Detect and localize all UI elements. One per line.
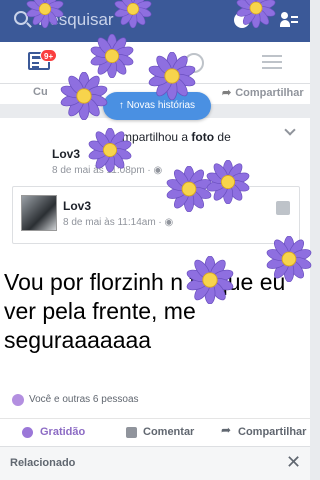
shared-post-timestamp[interactable]: 8 de mai às 11:14am · ◉ bbox=[63, 217, 173, 228]
share-icon: ➦ bbox=[221, 423, 232, 437]
notifications-badge: 9+ bbox=[40, 49, 58, 62]
previous-share-button[interactable]: ➦ Compartilhar bbox=[222, 86, 304, 99]
shared-post-author[interactable]: Lov3 bbox=[63, 199, 91, 213]
flower-decoration-icon bbox=[236, 0, 276, 28]
post-options-chevron-icon[interactable] bbox=[284, 124, 296, 136]
gratitude-flower-icon bbox=[22, 427, 33, 438]
flower-decoration-icon bbox=[88, 128, 132, 172]
flower-decoration-icon bbox=[266, 236, 312, 282]
reactions-text: Você e outras 6 pessoas bbox=[29, 394, 139, 405]
comment-button[interactable]: Comentar bbox=[143, 426, 194, 438]
flower-decoration-icon bbox=[206, 160, 250, 204]
friend-requests-icon[interactable] bbox=[280, 12, 298, 28]
flower-decoration-icon bbox=[186, 256, 234, 304]
previous-like-button[interactable]: Cu bbox=[33, 86, 48, 98]
like-icon[interactable] bbox=[276, 201, 290, 215]
related-bar: Relacionado ✕ bbox=[0, 446, 310, 480]
close-icon[interactable]: ✕ bbox=[286, 452, 301, 473]
reactions-summary[interactable]: Você e outras 6 pessoas bbox=[0, 390, 310, 412]
reaction-button[interactable]: Gratidão bbox=[40, 426, 85, 438]
previous-share-label: Compartilhar bbox=[235, 87, 304, 99]
share-button[interactable]: Compartilhar bbox=[238, 426, 306, 438]
post-action-bar: Gratidão Comentar ➦ Compartilhar bbox=[0, 418, 310, 446]
shared-object-link[interactable]: foto bbox=[191, 130, 214, 144]
flower-decoration-icon bbox=[148, 52, 196, 100]
menu-icon[interactable] bbox=[262, 55, 282, 69]
avatar[interactable] bbox=[21, 195, 57, 231]
reaction-icon bbox=[12, 394, 24, 406]
flower-decoration-icon bbox=[114, 0, 152, 28]
related-label: Relacionado bbox=[10, 457, 76, 469]
flower-decoration-icon bbox=[26, 0, 64, 28]
share-arrow-icon: ➦ bbox=[222, 87, 232, 99]
flower-decoration-icon bbox=[60, 72, 108, 120]
post-author[interactable]: Lov3 bbox=[52, 147, 80, 161]
shared-post-card[interactable]: Lov3 8 de mai às 11:14am · ◉ bbox=[12, 186, 300, 244]
shared-suffix: de bbox=[217, 130, 231, 144]
post-text: Vou por florzinh n tu que eu ver pela fr… bbox=[4, 269, 286, 353]
comment-icon bbox=[126, 427, 137, 438]
